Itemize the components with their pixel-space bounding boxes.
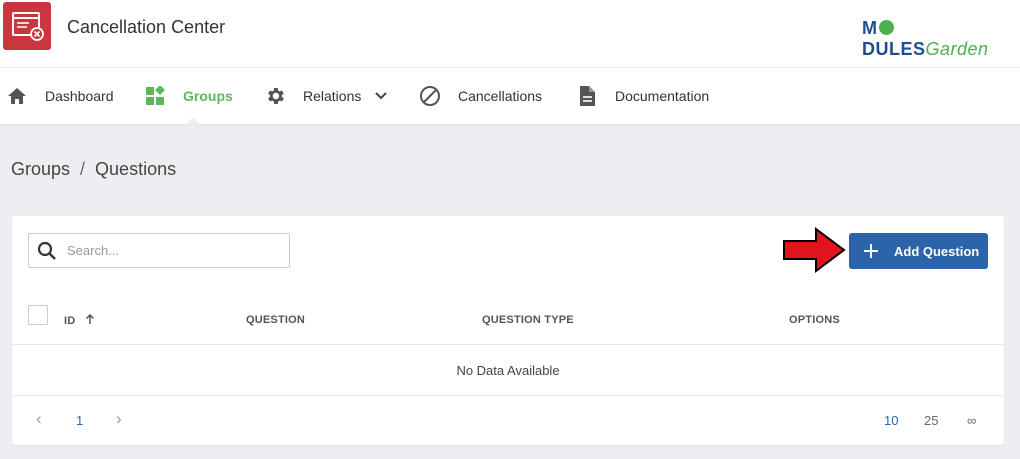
page-number[interactable]: 1 bbox=[76, 413, 83, 428]
gear-icon bbox=[264, 85, 286, 107]
breadcrumb-current: Questions bbox=[95, 159, 177, 179]
nav-groups[interactable]: Groups bbox=[144, 68, 233, 124]
active-nav-indicator bbox=[185, 117, 201, 125]
cancellation-logo-icon bbox=[12, 12, 44, 41]
nav-relations-label: Relations bbox=[303, 88, 362, 104]
document-icon bbox=[576, 85, 598, 107]
nav-documentation[interactable]: Documentation bbox=[576, 68, 709, 124]
page-size-25[interactable]: 25 bbox=[924, 413, 938, 428]
nav-documentation-label: Documentation bbox=[615, 88, 710, 104]
questions-card: Add Question ID QUESTION QUESTION TYPE O… bbox=[12, 216, 1004, 445]
main-nav: Dashboard Groups Relations Cancellations… bbox=[0, 68, 1020, 124]
column-question-type[interactable]: QUESTION TYPE bbox=[482, 314, 574, 326]
top-bar: Cancellation Center MDULESGarden Dashboa… bbox=[0, 0, 1020, 124]
breadcrumb: Groups / Questions bbox=[11, 159, 176, 180]
breadcrumb-groups[interactable]: Groups bbox=[11, 159, 70, 179]
nav-cancellations-label: Cancellations bbox=[458, 88, 543, 104]
plus-icon bbox=[864, 244, 878, 258]
search-icon bbox=[37, 241, 57, 266]
cancel-circle-icon bbox=[419, 85, 441, 107]
select-all-checkbox[interactable] bbox=[28, 305, 48, 325]
breadcrumb-separator: / bbox=[80, 159, 86, 179]
app-logo bbox=[3, 2, 51, 50]
page-size-all[interactable]: ∞ bbox=[967, 413, 976, 428]
pagination: ‹ 1 › 10 25 ∞ bbox=[12, 397, 1004, 445]
page-size-10[interactable]: 10 bbox=[884, 413, 898, 428]
chevron-down-icon bbox=[375, 92, 388, 100]
add-question-button[interactable]: Add Question bbox=[849, 233, 988, 269]
table-header: ID QUESTION QUESTION TYPE OPTIONS bbox=[12, 296, 1004, 345]
column-options: OPTIONS bbox=[789, 314, 840, 326]
groups-icon bbox=[144, 85, 166, 107]
nav-dashboard[interactable]: Dashboard bbox=[6, 68, 114, 124]
search-box[interactable] bbox=[28, 233, 290, 268]
column-id[interactable]: ID bbox=[64, 313, 95, 328]
empty-state: No Data Available bbox=[12, 346, 1004, 396]
modulesgarden-logo[interactable]: MDULESGarden bbox=[862, 18, 1020, 60]
nav-cancellations[interactable]: Cancellations bbox=[419, 68, 542, 124]
search-input[interactable] bbox=[67, 234, 282, 267]
red-arrow-icon bbox=[783, 227, 846, 273]
prev-page-button[interactable]: ‹ bbox=[36, 409, 42, 429]
nav-dashboard-label: Dashboard bbox=[45, 88, 114, 104]
app-title: Cancellation Center bbox=[67, 17, 226, 37]
home-icon bbox=[6, 85, 28, 107]
sort-asc-icon bbox=[85, 313, 95, 328]
column-question[interactable]: QUESTION bbox=[246, 314, 305, 326]
nav-groups-label: Groups bbox=[183, 88, 233, 104]
nav-relations[interactable]: Relations bbox=[264, 68, 388, 124]
add-question-label: Add Question bbox=[894, 243, 980, 259]
next-page-button[interactable]: › bbox=[116, 409, 122, 429]
